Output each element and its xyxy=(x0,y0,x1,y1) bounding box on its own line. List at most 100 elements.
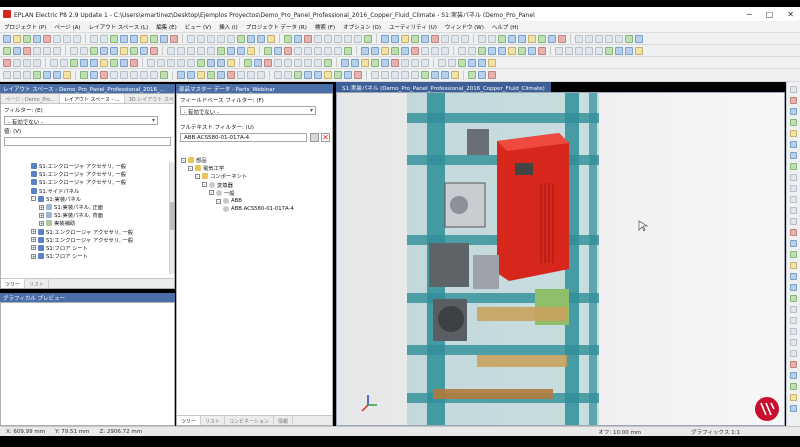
toolbar-button-icon[interactable] xyxy=(615,46,623,55)
toolbar-button-icon[interactable] xyxy=(284,34,292,43)
toolbar-button-icon[interactable] xyxy=(478,58,486,67)
toolbar-button-icon[interactable] xyxy=(120,34,128,43)
toolbar-button-icon[interactable] xyxy=(508,46,516,55)
toolbar-button-icon[interactable] xyxy=(381,58,389,67)
toolbar-button-icon[interactable] xyxy=(401,58,409,67)
toolbar-button-icon[interactable] xyxy=(217,34,225,43)
toolbar-button-icon[interactable] xyxy=(294,46,302,55)
toolbar-button-icon[interactable] xyxy=(150,46,158,55)
toolbar-button-icon[interactable] xyxy=(468,58,476,67)
toolbar-button-icon[interactable] xyxy=(351,58,359,67)
toolbar-button-icon[interactable] xyxy=(528,46,536,55)
toolbar-button-icon[interactable] xyxy=(197,34,205,43)
viewport-tab[interactable]: S1:実装パネル (Demo_Pro_Panel_Professional_20… xyxy=(336,82,551,92)
right-toolbar-button-icon[interactable] xyxy=(790,185,797,192)
toolbar-button-icon[interactable] xyxy=(187,34,195,43)
toolbar-button-icon[interactable] xyxy=(615,34,623,43)
toolbar-button-icon[interactable] xyxy=(100,58,108,67)
menu-item[interactable]: 挿入 (I) xyxy=(219,23,238,31)
abb-drive-acs580[interactable] xyxy=(497,133,569,281)
tree-item[interactable]: S1:エンクロージャ アクセサリ, 一般 xyxy=(3,178,169,186)
bottom-tab[interactable]: コンビネーション xyxy=(225,416,274,425)
toolbar-button-icon[interactable] xyxy=(167,46,175,55)
toolbar-button-icon[interactable] xyxy=(187,46,195,55)
toolbar-button-icon[interactable] xyxy=(177,46,185,55)
toolbar-button-icon[interactable] xyxy=(120,46,128,55)
toolbar-button-icon[interactable] xyxy=(565,46,573,55)
toolbar-button-icon[interactable] xyxy=(508,34,516,43)
toolbar-button-icon[interactable] xyxy=(207,46,215,55)
toolbar-button-icon[interactable] xyxy=(421,34,429,43)
menu-item[interactable]: ビュー (V) xyxy=(185,23,211,31)
toolbar-button-icon[interactable] xyxy=(13,58,21,67)
toolbar-button-icon[interactable] xyxy=(237,46,245,55)
toolbar-button-icon[interactable] xyxy=(635,34,643,43)
tab-3d-layout-space[interactable]: 3D レイアウト スペー... xyxy=(125,94,174,103)
tab-layout-space[interactable]: レイアウト スペース - ... xyxy=(59,94,125,103)
toolbar-button-icon[interactable] xyxy=(274,46,282,55)
right-toolbar-button-icon[interactable] xyxy=(790,108,797,115)
toolbar-button-icon[interactable] xyxy=(217,58,225,67)
right-toolbar-button-icon[interactable] xyxy=(790,284,797,291)
menu-item[interactable]: プロジェクト (P) xyxy=(4,23,46,31)
tab-pages[interactable]: ページ - Demo_Pro... xyxy=(1,94,60,103)
toolbar-button-icon[interactable] xyxy=(361,58,369,67)
right-toolbar-button-icon[interactable] xyxy=(790,295,797,302)
toolbar-button-icon[interactable] xyxy=(595,34,603,43)
toolbar-button-icon[interactable] xyxy=(120,58,128,67)
toolbar-button-icon[interactable] xyxy=(207,71,215,79)
toolbar-button-icon[interactable] xyxy=(371,46,379,55)
toolbar-button-icon[interactable] xyxy=(70,46,78,55)
menu-item[interactable]: ページ (A) xyxy=(54,23,80,31)
toolbar-button-icon[interactable] xyxy=(140,71,148,79)
toolbar-button-icon[interactable] xyxy=(150,71,158,79)
toolbar-button-icon[interactable] xyxy=(314,58,322,67)
toolbar-button-icon[interactable] xyxy=(304,71,312,79)
toolbar-button-icon[interactable] xyxy=(177,58,185,67)
toolbar-button-icon[interactable] xyxy=(458,46,466,55)
right-toolbar-button-icon[interactable] xyxy=(790,207,797,214)
clear-filter-icon[interactable]: ✕ xyxy=(321,133,330,142)
right-toolbar-button-icon[interactable] xyxy=(790,196,797,203)
toolbar-button-icon[interactable] xyxy=(324,34,332,43)
toolbar-button-icon[interactable] xyxy=(451,71,459,79)
right-toolbar-button-icon[interactable] xyxy=(790,229,797,236)
toolbar-button-icon[interactable] xyxy=(13,46,21,55)
toolbar-button-icon[interactable] xyxy=(401,46,409,55)
right-toolbar-button-icon[interactable] xyxy=(790,405,797,412)
toolbar-button-icon[interactable] xyxy=(468,46,476,55)
tree-item[interactable]: + S1:フロア シート xyxy=(3,244,169,252)
toolbar-button-icon[interactable] xyxy=(431,71,439,79)
toolbar-button-icon[interactable] xyxy=(267,34,275,43)
toolbar-button-icon[interactable] xyxy=(391,58,399,67)
menu-item[interactable]: 編集 (E) xyxy=(156,23,177,31)
bottom-tab[interactable]: リスト xyxy=(25,279,50,288)
toolbar-button-icon[interactable] xyxy=(167,58,175,67)
toolbar-button-icon[interactable] xyxy=(334,34,342,43)
toolbar-button-icon[interactable] xyxy=(110,46,118,55)
toolbar-button-icon[interactable] xyxy=(635,46,643,55)
toolbar-button-icon[interactable] xyxy=(53,71,61,79)
tree-item[interactable]: - 電気工学 xyxy=(179,164,329,172)
tree-item[interactable]: - 一般 xyxy=(179,189,329,197)
toolbar-button-icon[interactable] xyxy=(344,71,352,79)
right-toolbar-button-icon[interactable] xyxy=(790,361,797,368)
toolbar-button-icon[interactable] xyxy=(160,34,168,43)
toolbar-button-icon[interactable] xyxy=(518,46,526,55)
tree-item[interactable]: S1:エンクロージャ アクセサリ, 一般 xyxy=(3,162,169,170)
toolbar-button-icon[interactable] xyxy=(344,46,352,55)
toolbar-button-icon[interactable] xyxy=(80,46,88,55)
toolbar-button-icon[interactable] xyxy=(314,71,322,79)
toolbar-button-icon[interactable] xyxy=(595,46,603,55)
toolbar-button-icon[interactable] xyxy=(130,46,138,55)
expand-icon[interactable]: + xyxy=(39,204,44,210)
tree-item[interactable]: + S1:実装パネル, 背面 xyxy=(3,211,169,219)
toolbar-button-icon[interactable] xyxy=(548,34,556,43)
toolbar-button-icon[interactable] xyxy=(70,58,78,67)
toolbar-button-icon[interactable] xyxy=(63,34,71,43)
toolbar-button-icon[interactable] xyxy=(227,34,235,43)
toolbar-button-icon[interactable] xyxy=(50,58,58,67)
toolbar-button-icon[interactable] xyxy=(401,71,409,79)
collapse-icon[interactable]: - xyxy=(202,182,207,188)
toolbar-button-icon[interactable] xyxy=(90,58,98,67)
